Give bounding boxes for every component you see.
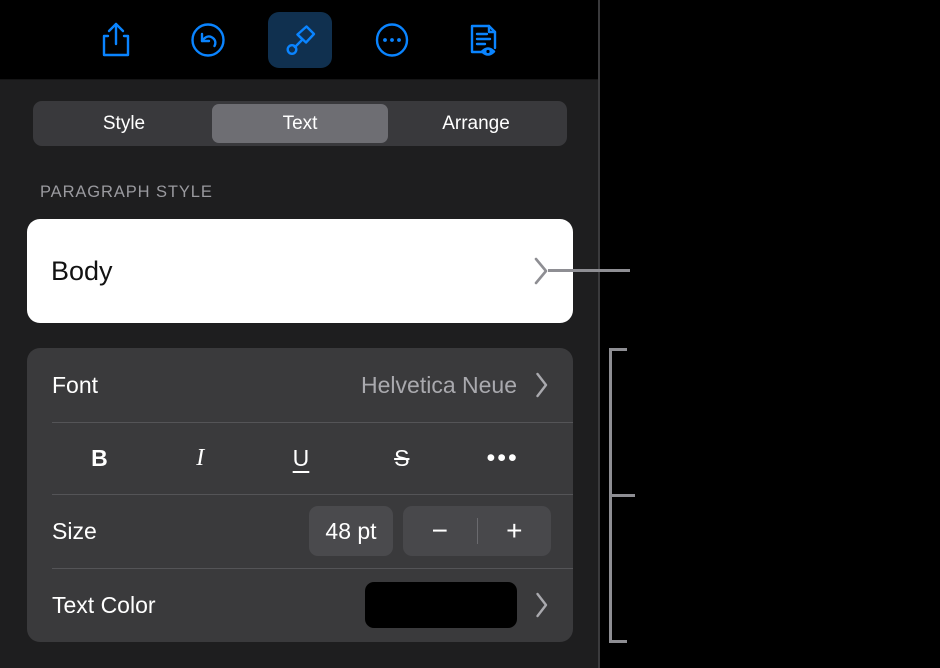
- underline-button[interactable]: U: [251, 422, 352, 494]
- tab-segmented-control: Style Text Arrange: [33, 101, 567, 146]
- more-button[interactable]: [360, 12, 424, 68]
- document-view-icon: [466, 21, 502, 59]
- font-size-stepper: − +: [403, 506, 551, 556]
- font-controls-group: Font Helvetica Neue B I U S ••• Size 48 …: [27, 348, 573, 642]
- font-group-callout-bracket-tick: [609, 494, 635, 497]
- font-size-field[interactable]: 48 pt: [309, 506, 393, 556]
- decrease-font-size-button[interactable]: −: [403, 506, 477, 556]
- more-text-options-button[interactable]: •••: [452, 422, 553, 494]
- undo-button[interactable]: [176, 12, 240, 68]
- chevron-right-icon: [533, 590, 551, 620]
- bold-button[interactable]: B: [49, 422, 150, 494]
- format-panel: Style Text Arrange PARAGRAPH STYLE Body …: [0, 0, 600, 668]
- size-row: Size 48 pt − +: [27, 494, 573, 568]
- tab-arrange[interactable]: Arrange: [388, 104, 564, 143]
- paragraph-style-selector[interactable]: Body: [27, 219, 573, 323]
- increase-font-size-button[interactable]: +: [478, 506, 552, 556]
- brush-icon: [282, 22, 318, 58]
- ellipsis-icon: [373, 21, 411, 59]
- font-row-value: Helvetica Neue: [361, 371, 517, 398]
- font-row[interactable]: Font Helvetica Neue: [27, 348, 573, 422]
- text-format-buttons-row: B I U S •••: [27, 422, 573, 494]
- text-color-row[interactable]: Text Color: [27, 568, 573, 642]
- font-row-label: Font: [52, 371, 99, 398]
- share-icon: [99, 21, 133, 59]
- paragraph-style-value: Body: [51, 255, 113, 286]
- tab-style[interactable]: Style: [36, 104, 212, 143]
- share-button[interactable]: [84, 12, 148, 68]
- italic-button[interactable]: I: [150, 422, 251, 494]
- undo-icon: [189, 21, 227, 59]
- strikethrough-button[interactable]: S: [351, 422, 452, 494]
- tab-text[interactable]: Text: [212, 104, 388, 143]
- panel-right-edge: [598, 0, 600, 668]
- chevron-right-icon: [533, 370, 551, 400]
- font-group-callout-bracket-bottom: [609, 640, 627, 643]
- toolbar: [0, 0, 600, 80]
- paragraph-style-callout-line: [548, 269, 630, 272]
- document-options-button[interactable]: [452, 12, 516, 68]
- format-button[interactable]: [268, 11, 332, 68]
- font-group-callout-bracket-top: [609, 348, 627, 351]
- paragraph-style-section-label: PARAGRAPH STYLE: [40, 183, 213, 201]
- text-color-row-label: Text Color: [52, 591, 156, 618]
- size-row-label: Size: [52, 517, 97, 544]
- text-color-swatch[interactable]: [365, 582, 517, 628]
- screen: Style Text Arrange PARAGRAPH STYLE Body …: [0, 0, 940, 668]
